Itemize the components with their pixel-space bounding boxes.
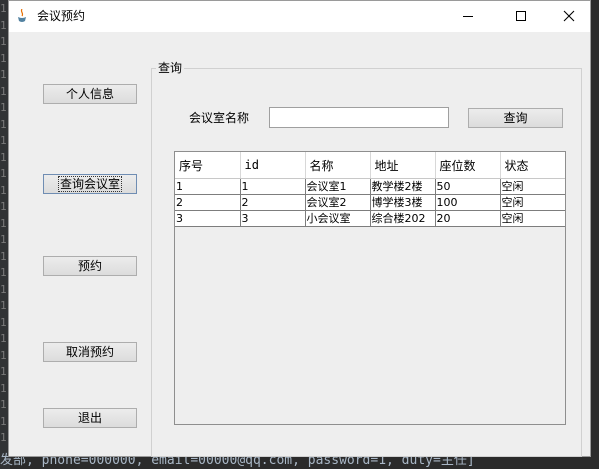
table-row[interactable]: 3 3 小会议室 综合楼202 20 空闲	[175, 210, 565, 227]
table-cell: 教学楼2楼	[370, 178, 436, 195]
room-name-label: 会议室名称	[189, 111, 250, 125]
table-cell: 小会议室	[305, 210, 371, 227]
table-row[interactable]: 2 2 会议室2 博学楼3楼 100 空闲	[175, 194, 565, 211]
table-cell: 会议室1	[305, 178, 371, 195]
column-header-name[interactable]: 名称	[305, 152, 371, 179]
table-cell: 20	[435, 210, 501, 227]
maximize-button[interactable]	[498, 1, 544, 32]
column-header-address[interactable]: 地址	[370, 152, 436, 179]
search-button[interactable]: 查询	[468, 108, 563, 128]
exit-button[interactable]: 退出	[43, 408, 137, 428]
column-header-index[interactable]: 序号	[175, 152, 241, 179]
search-room-button[interactable]: 查询会议室	[43, 174, 137, 194]
table-cell: 1	[175, 178, 241, 195]
table-cell: 3	[175, 210, 241, 227]
close-icon	[563, 10, 575, 22]
table-cell: 100	[435, 194, 501, 211]
table-cell: 会议室2	[305, 194, 371, 211]
meeting-booking-window: 会议预约 个人信息 查询会议室 预约 取消预约 退出 查询 会议室名称 查询 序…	[8, 0, 591, 457]
maximize-icon	[516, 11, 526, 21]
table-cell: 3	[240, 210, 306, 227]
room-name-input[interactable]	[269, 107, 449, 128]
query-group-title: 查询	[156, 61, 185, 75]
table-cell: 50	[435, 178, 501, 195]
table-cell: 综合楼202	[370, 210, 436, 227]
book-button[interactable]: 预约	[43, 256, 137, 276]
close-button[interactable]	[546, 1, 592, 32]
table-header: 序号 id 名称 地址 座位数 状态	[175, 152, 565, 179]
column-header-id[interactable]: id	[240, 152, 306, 179]
personal-info-button[interactable]: 个人信息	[43, 84, 137, 104]
column-header-status[interactable]: 状态	[500, 152, 565, 179]
table-cell: 1	[240, 178, 306, 195]
search-room-label: 查询会议室	[57, 176, 123, 192]
minimize-button[interactable]	[445, 1, 491, 32]
title-bar: 会议预约	[9, 1, 590, 32]
table-cell: 空闲	[500, 178, 565, 195]
table-cell: 空闲	[500, 210, 565, 227]
table-cell: 博学楼3楼	[370, 194, 436, 211]
cancel-booking-button[interactable]: 取消预约	[43, 342, 137, 362]
table-row[interactable]: 1 1 会议室1 教学楼2楼 50 空闲	[175, 178, 565, 195]
java-app-icon	[18, 9, 26, 22]
table-cell: 2	[175, 194, 241, 211]
table-cell: 空闲	[500, 194, 565, 211]
column-header-seats[interactable]: 座位数	[435, 152, 501, 179]
window-title: 会议预约	[37, 9, 86, 23]
room-table[interactable]: 序号 id 名称 地址 座位数 状态 1 1 会议室1 教学楼2楼 50 空闲	[174, 151, 566, 425]
table-cell: 2	[240, 194, 306, 211]
minimize-icon	[463, 16, 473, 17]
